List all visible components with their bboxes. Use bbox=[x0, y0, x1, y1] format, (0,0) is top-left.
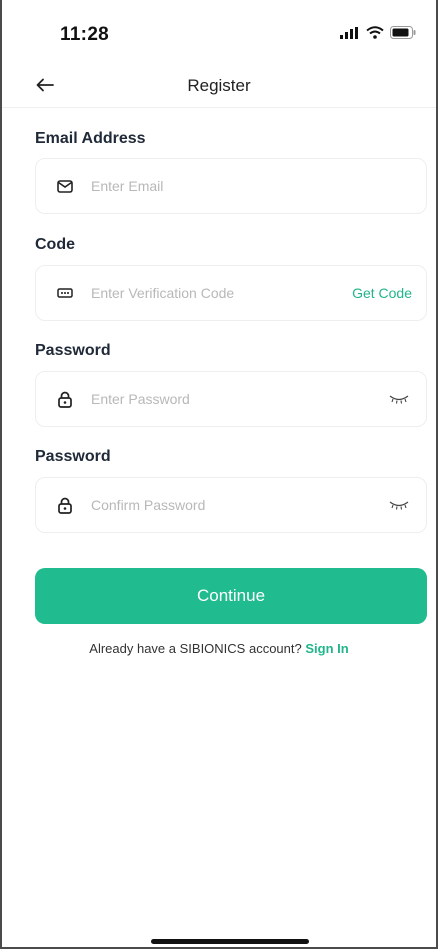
status-icons bbox=[340, 26, 416, 44]
confirm-password-label: Password bbox=[35, 448, 111, 465]
get-code-button[interactable]: Get Code bbox=[352, 285, 412, 301]
signal-icon bbox=[340, 26, 360, 44]
page-title: Register bbox=[187, 76, 251, 95]
lock-icon bbox=[55, 389, 75, 409]
continue-button[interactable]: Continue bbox=[35, 568, 427, 624]
wifi-icon bbox=[366, 26, 384, 44]
battery-icon bbox=[390, 26, 416, 44]
envelope-icon bbox=[55, 176, 75, 196]
password-input[interactable] bbox=[91, 372, 388, 426]
confirm-password-input[interactable] bbox=[91, 478, 388, 532]
eye-closed-icon[interactable] bbox=[388, 499, 410, 511]
nav-bar: Register bbox=[2, 66, 436, 108]
status-bar: 11:28 bbox=[2, 0, 436, 66]
password-field[interactable] bbox=[35, 371, 427, 427]
email-input[interactable] bbox=[91, 159, 426, 213]
eye-closed-icon[interactable] bbox=[388, 393, 410, 405]
email-label: Email Address bbox=[35, 130, 146, 147]
lock-icon bbox=[55, 495, 75, 515]
phone-screen: 11:28 Register Email Address Enter Email… bbox=[0, 0, 438, 949]
signin-prompt-row: Already have a SIBIONICS account? Sign I… bbox=[2, 641, 436, 656]
verification-code-input[interactable] bbox=[91, 266, 353, 320]
code-field[interactable]: Get Code bbox=[35, 265, 427, 321]
home-indicator[interactable] bbox=[151, 939, 309, 944]
email-field[interactable] bbox=[35, 158, 427, 214]
sign-in-link[interactable]: Sign In bbox=[305, 641, 348, 656]
password-label: Password bbox=[35, 342, 111, 359]
code-label: Code bbox=[35, 236, 75, 253]
keyboard-icon bbox=[55, 283, 75, 303]
confirm-password-field[interactable] bbox=[35, 477, 427, 533]
status-time: 11:28 bbox=[60, 24, 110, 45]
signin-prompt-text: Already have a SIBIONICS account? bbox=[89, 641, 302, 656]
